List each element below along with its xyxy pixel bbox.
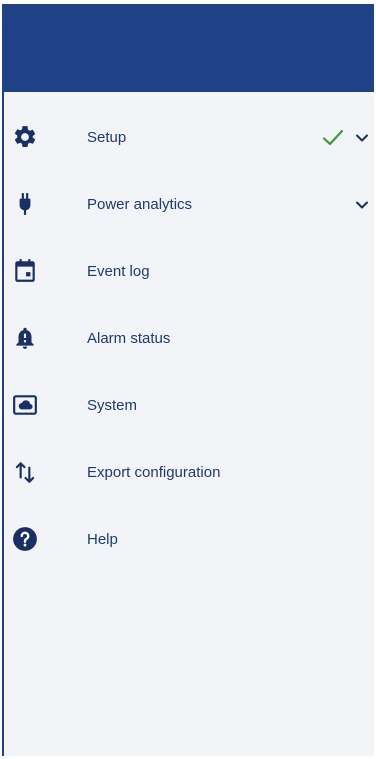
nav-item-label: Event log [87, 263, 150, 280]
plug-icon [12, 191, 38, 217]
sort-arrows-icon [12, 459, 38, 485]
nav-item-setup[interactable]: Setup [4, 104, 374, 171]
nav-item-help[interactable]: Help [4, 506, 374, 573]
chevron-down-icon[interactable] [354, 130, 370, 146]
nav-item-label: Help [87, 531, 118, 548]
check-icon [322, 128, 344, 148]
help-icon [12, 526, 38, 552]
nav-item-alarm-status[interactable]: Alarm status [4, 305, 374, 372]
nav-item-label: Power analytics [87, 196, 193, 213]
chevron-down-icon[interactable] [354, 197, 370, 213]
nav-menu: Setup Power analytics Event log Alarm st… [4, 104, 374, 573]
nav-item-power-analytics[interactable]: Power analytics [4, 171, 374, 238]
nav-item-label: System [87, 397, 138, 414]
navigation-drawer: Setup Power analytics Event log Alarm st… [2, 4, 374, 756]
nav-item-label: Setup [87, 129, 127, 146]
gear-icon [12, 124, 38, 150]
calendar-icon [12, 258, 38, 284]
drawer-header [4, 4, 374, 92]
nav-item-event-log[interactable]: Event log [4, 238, 374, 305]
nav-item-system[interactable]: System [4, 372, 374, 439]
cloud-icon [12, 392, 38, 418]
bell-alert-icon [12, 325, 38, 351]
nav-item-label: Alarm status [87, 330, 171, 347]
nav-item-export-configuration[interactable]: Export configuration [4, 439, 374, 506]
nav-item-label: Export configuration [87, 464, 221, 481]
